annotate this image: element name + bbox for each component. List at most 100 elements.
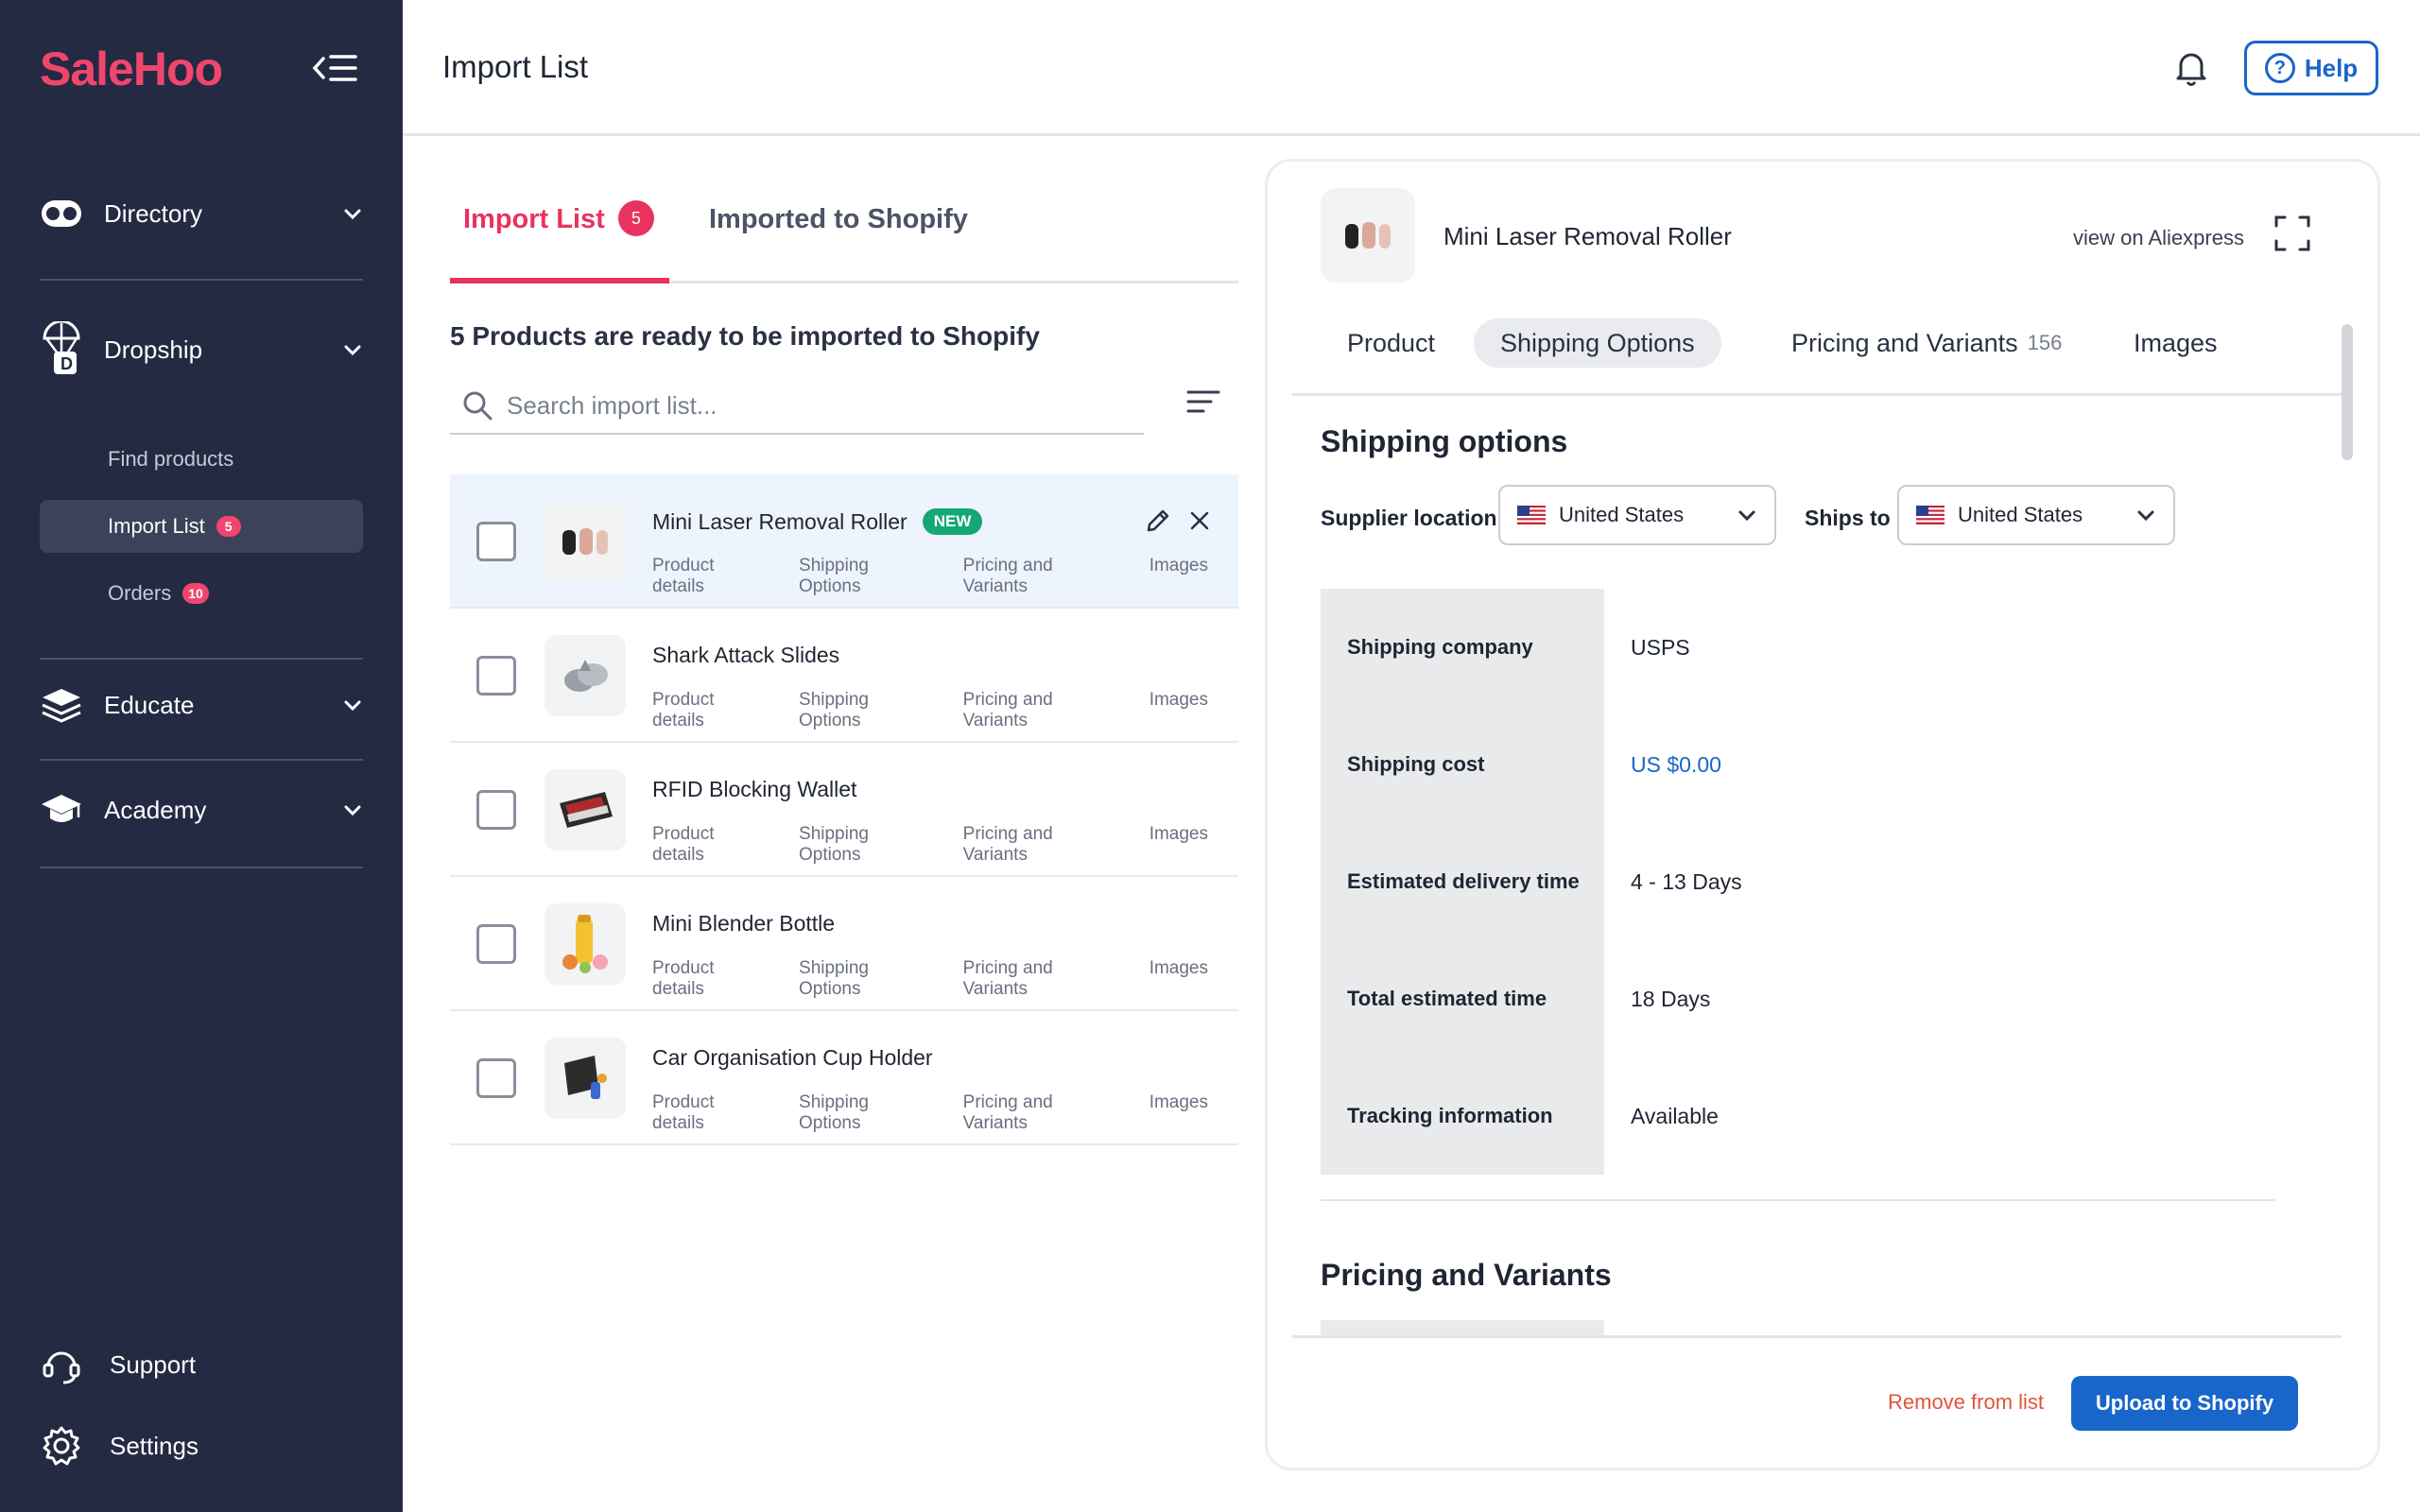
link-images[interactable]: Images [1150, 556, 1208, 597]
help-button[interactable]: ? Help [2244, 41, 2378, 95]
row-key: Shipping company [1321, 589, 1604, 706]
product-name[interactable]: RFID Blocking Wallet [652, 777, 856, 802]
detail-tabs: Product Shipping Options Pricing and Var… [1292, 318, 2342, 396]
search-input[interactable] [507, 390, 1144, 421]
link-shipping-options[interactable]: Shipping Options [799, 1092, 933, 1134]
link-images[interactable]: Images [1150, 690, 1208, 731]
tab-label: Pricing and Variants [1791, 328, 2018, 357]
product-name-wrap: Mini Blender Bottle [652, 911, 835, 936]
link-product-details[interactable]: Product details [652, 958, 769, 1000]
count-badge: 10 [182, 583, 209, 604]
product-links: Product details Shipping Options Pricing… [652, 1092, 1238, 1134]
salehoo-logo[interactable]: SaleHoo [40, 42, 223, 96]
bell-icon[interactable] [2170, 47, 2212, 89]
tab-label: Import List [463, 204, 605, 234]
tab-product[interactable]: Product [1321, 318, 1461, 368]
top-header: Import List ? Help [403, 0, 2420, 136]
link-shipping-options[interactable]: Shipping Options [799, 958, 933, 1000]
tab-pricing-variants[interactable]: Pricing and Variants 156 [1765, 318, 2088, 368]
import-list-tabs: Import List 5 Imported to Shopify [450, 180, 1238, 284]
row-value: 4 - 13 Days [1631, 868, 1742, 894]
sidebar-divider [40, 658, 363, 660]
sidebar-item-label: Find products [108, 447, 234, 471]
tab-images[interactable]: Images [2107, 318, 2244, 368]
us-flag-icon [1517, 506, 1546, 524]
product-name[interactable]: Car Organisation Cup Holder [652, 1045, 933, 1071]
link-product-details[interactable]: Product details [652, 1092, 769, 1134]
shipping-details-table: Shipping company USPS Shipping cost US $… [1321, 589, 2275, 1175]
select-value: United States [1958, 503, 2083, 526]
tab-imported-to-shopify[interactable]: Imported to Shopify [709, 204, 968, 284]
sidebar-section-educate[interactable]: Educate [40, 677, 363, 733]
variant-count: 156 [2027, 331, 2063, 354]
product-row[interactable]: Shark Attack Slides Product details Ship… [450, 609, 1238, 743]
product-checkbox[interactable] [476, 790, 516, 830]
product-row[interactable]: Car Organisation Cup Holder Product deta… [450, 1011, 1238, 1145]
product-name[interactable]: Mini Blender Bottle [652, 911, 835, 936]
product-checkbox[interactable] [476, 1058, 516, 1098]
scrollbar[interactable] [2342, 324, 2353, 460]
sidebar-item-label: Import List [108, 514, 205, 538]
close-icon[interactable] [1185, 507, 1214, 535]
link-pricing-variants[interactable]: Pricing and Variants [963, 958, 1119, 1000]
product-name[interactable]: Mini Laser Removal Roller [652, 509, 908, 535]
product-checkbox[interactable] [476, 522, 516, 561]
sidebar-item-orders[interactable]: Orders 10 [40, 567, 363, 620]
link-pricing-variants[interactable]: Pricing and Variants [963, 824, 1119, 866]
directory-icon [40, 192, 83, 235]
sidebar-section-directory[interactable]: Directory [40, 185, 363, 242]
link-pricing-variants[interactable]: Pricing and Variants [963, 690, 1119, 731]
edit-icon[interactable] [1144, 507, 1172, 535]
tab-shipping-options[interactable]: Shipping Options [1474, 318, 1721, 368]
link-product-details[interactable]: Product details [652, 690, 769, 731]
view-on-aliexpress-link[interactable]: view on Aliexpress [2073, 226, 2244, 250]
row-key: Total estimated time [1321, 940, 1604, 1057]
educate-icon [40, 683, 83, 727]
chevron-down-icon [342, 339, 363, 360]
sidebar-section-academy[interactable]: Academy [40, 782, 363, 838]
link-shipping-options[interactable]: Shipping Options [799, 556, 933, 597]
filter-icon[interactable] [1185, 387, 1221, 416]
sidebar: SaleHoo Directory D Dropship Find produc… [0, 0, 403, 1512]
product-row[interactable]: Mini Laser Removal Roller NEW Product de… [450, 474, 1238, 609]
link-shipping-options[interactable]: Shipping Options [799, 824, 933, 866]
product-name-wrap: Shark Attack Slides [652, 643, 839, 668]
shipping-cost-link[interactable]: US $0.00 [1604, 752, 1721, 778]
tab-import-list[interactable]: Import List 5 [450, 200, 669, 284]
link-product-details[interactable]: Product details [652, 556, 769, 597]
link-shipping-options[interactable]: Shipping Options [799, 690, 933, 731]
product-checkbox[interactable] [476, 924, 516, 964]
sidebar-section-dropship[interactable]: D Dropship [40, 321, 363, 378]
product-thumbnail [544, 501, 626, 582]
supplier-location-select[interactable]: United States [1498, 485, 1776, 545]
product-name[interactable]: Shark Attack Slides [652, 643, 839, 668]
link-images[interactable]: Images [1150, 1092, 1208, 1134]
ships-to-select[interactable]: United States [1897, 485, 2175, 545]
product-row[interactable]: Mini Blender Bottle Product details Ship… [450, 877, 1238, 1011]
collapse-menu-icon[interactable] [312, 49, 359, 87]
sidebar-item-label: Settings [110, 1431, 199, 1460]
help-button-label: Help [2304, 53, 2359, 82]
pricing-table-stub [1321, 1320, 1604, 1335]
sidebar-item-support[interactable]: Support [40, 1338, 196, 1391]
expand-icon[interactable] [2273, 215, 2311, 252]
sidebar-item-label: Support [110, 1349, 197, 1379]
sidebar-item-import-list[interactable]: Import List 5 [40, 500, 363, 553]
remove-from-list-button[interactable]: Remove from list [1888, 1390, 2044, 1415]
sidebar-section-label: Educate [104, 690, 195, 719]
footer-divider [1292, 1335, 2342, 1338]
link-images[interactable]: Images [1150, 958, 1208, 1000]
sidebar-item-settings[interactable]: Settings [40, 1419, 199, 1472]
link-pricing-variants[interactable]: Pricing and Variants [963, 556, 1119, 597]
link-product-details[interactable]: Product details [652, 824, 769, 866]
product-name-wrap: RFID Blocking Wallet [652, 777, 856, 802]
upload-to-shopify-button[interactable]: Upload to Shopify [2071, 1376, 2298, 1431]
product-row[interactable]: RFID Blocking Wallet Product details Shi… [450, 743, 1238, 877]
ships-to-label: Ships to [1805, 506, 1891, 530]
product-checkbox[interactable] [476, 656, 516, 696]
link-images[interactable]: Images [1150, 824, 1208, 866]
product-thumbnail [544, 903, 626, 985]
sidebar-divider [40, 279, 363, 281]
link-pricing-variants[interactable]: Pricing and Variants [963, 1092, 1119, 1134]
sidebar-item-find-products[interactable]: Find products [40, 433, 363, 486]
